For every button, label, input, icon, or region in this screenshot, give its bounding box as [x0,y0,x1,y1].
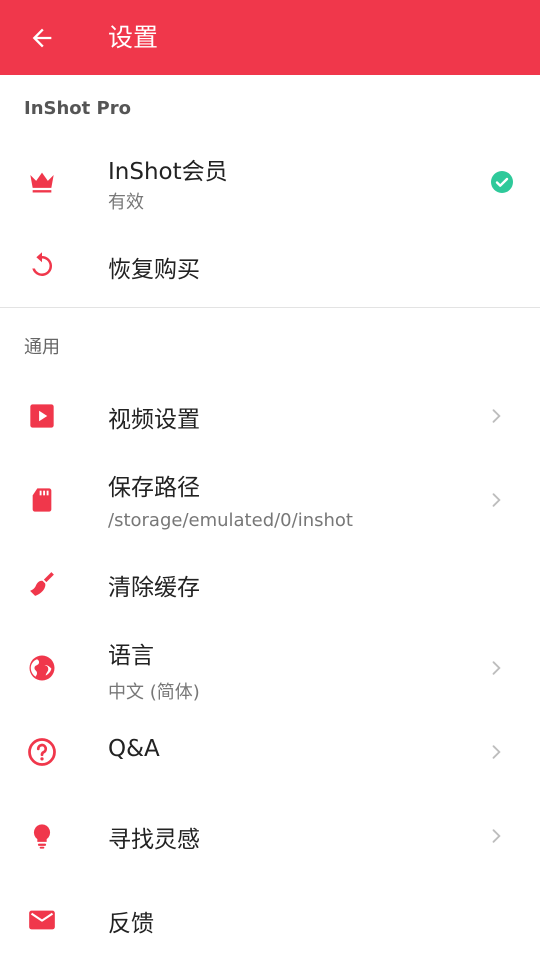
chevron-right-icon [484,656,508,680]
video-settings-row[interactable]: 视频设置 [0,380,540,452]
chevron-right-icon [484,488,508,512]
page-title: 设置 [108,23,159,52]
help-circle-icon [22,732,62,772]
membership-label: InShot会员 [108,159,228,185]
inspiration-row[interactable]: 寻找灵感 [0,800,540,872]
membership-row[interactable]: InShot会员 有效 [0,140,540,224]
save-path-label: 保存路径 [108,475,200,501]
globe-icon [22,648,62,688]
restore-icon [22,246,62,286]
mail-icon [22,900,62,940]
language-label: 语言 [108,643,154,669]
language-row[interactable]: 语言 中文 (简体) [0,626,540,710]
qa-row[interactable]: Q&A [0,716,540,788]
chevron-right-icon [484,740,508,764]
app-bar: 设置 [0,0,540,75]
broom-icon [22,564,62,604]
save-path-value: /storage/emulated/0/inshot [108,510,353,531]
clear-cache-row[interactable]: 清除缓存 [0,548,540,620]
video-icon [22,396,62,436]
clear-cache-label: 清除缓存 [108,575,200,601]
back-button[interactable] [22,18,62,58]
chevron-right-icon [484,824,508,848]
crown-icon [22,162,62,202]
check-icon [490,170,514,194]
save-path-row[interactable]: 保存路径 /storage/emulated/0/inshot [0,458,540,542]
inspiration-label: 寻找灵感 [108,827,200,853]
section-header-pro: InShot Pro [24,98,131,119]
restore-purchase-label: 恢复购买 [108,257,200,283]
video-settings-label: 视频设置 [108,407,200,433]
feedback-row[interactable]: 反馈 [0,884,540,956]
sd-card-icon [22,480,62,520]
chevron-right-icon [484,404,508,428]
section-header-general: 通用 [24,337,60,358]
lightbulb-icon [22,816,62,856]
section-divider [0,307,540,308]
feedback-label: 反馈 [108,911,154,937]
language-value: 中文 (简体) [108,682,200,703]
restore-purchase-row[interactable]: 恢复购买 [0,230,540,302]
arrow-left-icon [32,28,52,48]
qa-label: Q&A [108,736,160,762]
membership-status: 有效 [108,192,144,213]
